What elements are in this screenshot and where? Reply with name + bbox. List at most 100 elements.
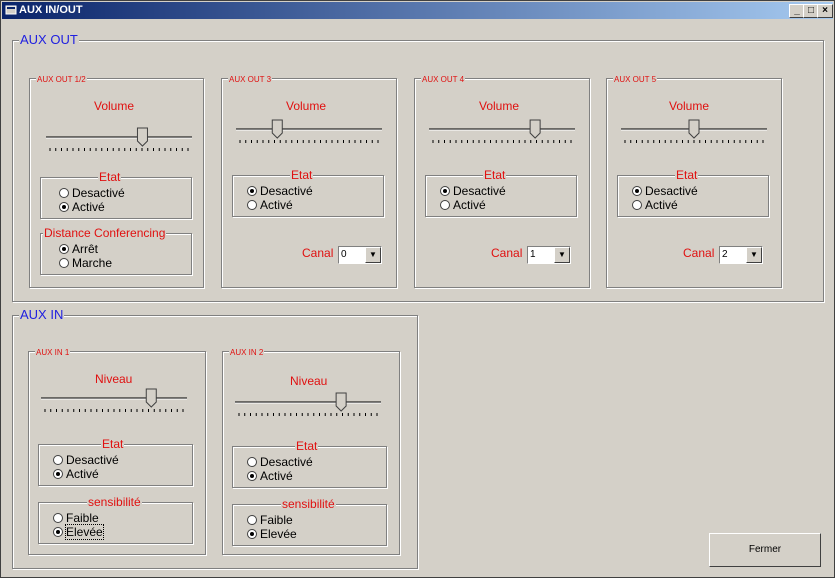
- canal-value: 0: [341, 249, 347, 260]
- title-bar[interactable]: AUX IN/OUT _ □ ×: [2, 2, 833, 19]
- sensibilite-title: sensibilité: [87, 495, 142, 509]
- radio-button: [53, 469, 63, 479]
- etat-title: Etat: [290, 168, 314, 182]
- distance-conferencing-group: Distance Conferencing Arrêt Marche: [40, 226, 192, 275]
- radio-faible[interactable]: Faible: [53, 511, 99, 525]
- radio-label: Desactivé: [72, 186, 125, 200]
- close-dialog-button[interactable]: Fermer: [709, 533, 821, 567]
- volume-slider[interactable]: [427, 119, 577, 153]
- window-title: AUX IN/OUT: [19, 4, 83, 16]
- niveau-slider[interactable]: [233, 392, 383, 426]
- canal-value: 2: [722, 249, 728, 260]
- radio-label: Desactivé: [260, 184, 313, 198]
- aux-in-title: AUX IN: [19, 307, 65, 322]
- radio-active[interactable]: Activé: [247, 198, 293, 212]
- canal-select[interactable]: 2 ▼: [719, 246, 763, 264]
- distance-conferencing-title: Distance Conferencing: [43, 226, 167, 240]
- canal-label: Canal: [491, 246, 523, 260]
- radio-button: [247, 529, 257, 539]
- slider-thumb[interactable]: [335, 392, 347, 412]
- radio-label: Activé: [453, 198, 486, 212]
- canal-label: Canal: [683, 246, 715, 260]
- radio-arret[interactable]: Arrêt: [59, 242, 98, 256]
- canal-select[interactable]: 1 ▼: [527, 246, 571, 264]
- radio-button: [440, 200, 450, 210]
- aux-in-2-title: AUX IN 2: [229, 346, 265, 360]
- radio-desactive[interactable]: Desactivé: [247, 184, 313, 198]
- radio-desactive[interactable]: Desactivé: [59, 186, 125, 200]
- radio-button: [59, 258, 69, 268]
- radio-button: [59, 244, 69, 254]
- etat-title: Etat: [98, 170, 122, 184]
- slider-thumb[interactable]: [271, 119, 283, 139]
- radio-button: [59, 202, 69, 212]
- radio-label: Desactivé: [66, 453, 119, 467]
- radio-desactive[interactable]: Desactivé: [247, 455, 313, 469]
- aux-out-5-group: AUX OUT 5 Volume Etat Desactivé Activé C…: [606, 73, 782, 288]
- slider-thumb[interactable]: [136, 127, 148, 147]
- etat-title: Etat: [101, 437, 125, 451]
- etat-group: Etat Desactivé Activé: [617, 168, 769, 217]
- chevron-down-icon[interactable]: ▼: [746, 247, 762, 263]
- radio-label: Elevée: [65, 524, 104, 540]
- etat-group: Etat Desactivé Activé: [40, 170, 192, 219]
- radio-button: [247, 186, 257, 196]
- radio-label: Arrêt: [72, 242, 99, 256]
- radio-label: Activé: [72, 200, 105, 214]
- radio-button: [247, 515, 257, 525]
- volume-label: Volume: [94, 99, 135, 113]
- canal-select[interactable]: 0 ▼: [338, 246, 382, 264]
- radio-active[interactable]: Activé: [53, 467, 99, 481]
- aux-in-2-group: AUX IN 2 Niveau Etat Desactivé Activé se…: [222, 346, 400, 555]
- radio-elevee[interactable]: Elevée: [53, 524, 104, 540]
- radio-button: [247, 471, 257, 481]
- etat-group: Etat Desactivé Activé: [425, 168, 577, 217]
- close-button[interactable]: ×: [817, 4, 833, 18]
- slider-thumb[interactable]: [145, 388, 157, 408]
- radio-button: [53, 513, 63, 523]
- aux-out-5-title: AUX OUT 5: [613, 73, 658, 87]
- radio-elevee[interactable]: Elevée: [247, 527, 297, 541]
- volume-label: Volume: [669, 99, 710, 113]
- niveau-slider[interactable]: [39, 388, 189, 422]
- sensibilite-title: sensibilité: [281, 497, 336, 511]
- radio-label: Activé: [66, 467, 99, 481]
- radio-marche[interactable]: Marche: [59, 256, 112, 270]
- radio-label: Faible: [260, 513, 293, 527]
- radio-label: Marche: [72, 256, 113, 270]
- radio-label: Desactivé: [453, 184, 506, 198]
- aux-out-4-title: AUX OUT 4: [421, 73, 466, 87]
- volume-slider[interactable]: [619, 119, 769, 153]
- radio-button: [632, 186, 642, 196]
- radio-desactive[interactable]: Desactivé: [53, 453, 119, 467]
- radio-desactive[interactable]: Desactivé: [440, 184, 506, 198]
- radio-label: Desactivé: [260, 455, 313, 469]
- slider-thumb[interactable]: [688, 119, 700, 139]
- close-icon: ×: [822, 5, 828, 16]
- radio-button: [247, 200, 257, 210]
- radio-button: [53, 527, 63, 537]
- volume-slider[interactable]: [44, 127, 194, 161]
- niveau-label: Niveau: [290, 374, 328, 388]
- radio-label: Activé: [260, 198, 293, 212]
- slider-thumb[interactable]: [529, 119, 541, 139]
- radio-active[interactable]: Activé: [632, 198, 678, 212]
- aux-in-1-title: AUX IN 1: [35, 346, 71, 360]
- volume-label: Volume: [479, 99, 520, 113]
- radio-label: Faible: [66, 511, 99, 525]
- niveau-label: Niveau: [95, 372, 133, 386]
- volume-slider[interactable]: [234, 119, 384, 153]
- radio-active[interactable]: Activé: [247, 469, 293, 483]
- radio-active[interactable]: Activé: [440, 198, 486, 212]
- aux-out-4-group: AUX OUT 4 Volume Etat Desactivé Activé C…: [414, 73, 590, 288]
- radio-desactive[interactable]: Desactivé: [632, 184, 698, 198]
- radio-faible[interactable]: Faible: [247, 513, 293, 527]
- etat-title: Etat: [483, 168, 507, 182]
- aux-out-title: AUX OUT: [19, 32, 79, 47]
- chevron-down-icon[interactable]: ▼: [554, 247, 570, 263]
- radio-label: Activé: [260, 469, 293, 483]
- etat-group: Etat Desactivé Activé: [38, 437, 193, 486]
- chevron-down-icon[interactable]: ▼: [365, 247, 381, 263]
- radio-label: Activé: [645, 198, 678, 212]
- radio-active[interactable]: Activé: [59, 200, 105, 214]
